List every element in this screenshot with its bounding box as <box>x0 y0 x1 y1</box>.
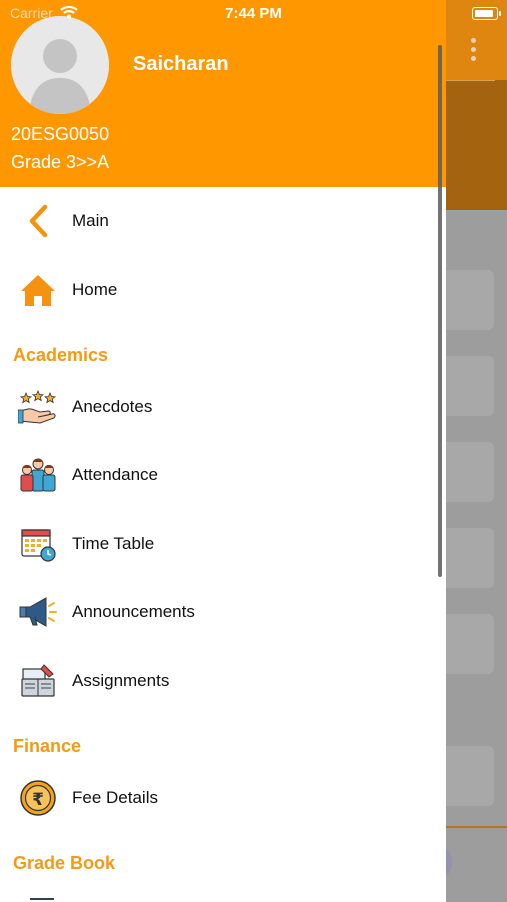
background-card <box>446 614 494 674</box>
menu-item-label: Assignments <box>72 671 170 690</box>
menu-item-home[interactable]: Home <box>0 260 446 320</box>
chevron-left-icon <box>29 204 48 238</box>
section-academics: Academics <box>13 345 109 365</box>
battery-icon <box>472 7 498 20</box>
navigation-drawer: Saicharan 20ESG0050 Grade 3>>A Main Home… <box>0 0 446 900</box>
menu-item-label: Home <box>72 280 118 299</box>
menu-item-fee-details[interactable]: ₹ Fee Details <box>0 768 446 828</box>
menu-item-grade-book-partial[interactable] <box>0 886 446 900</box>
background-card <box>446 356 494 416</box>
background-card <box>446 528 494 588</box>
background-card <box>446 442 494 502</box>
menu-item-attendance[interactable]: Attendance <box>0 445 446 505</box>
section-finance: Finance <box>13 736 82 756</box>
background-tab-bar <box>446 826 507 902</box>
anecdotes-icon <box>18 389 57 424</box>
megaphone-icon <box>19 597 57 627</box>
status-bar: Carrier 7:44 PM <box>0 0 507 28</box>
menu-item-assignments[interactable]: Assignments <box>0 651 446 711</box>
menu-item-label: Announcements <box>72 602 195 621</box>
menu-item-anecdotes[interactable]: Anecdotes <box>0 377 446 437</box>
drawer-header: Saicharan 20ESG0050 Grade 3>>A <box>0 0 446 187</box>
menu-item-time-table[interactable]: Time Table <box>0 514 446 574</box>
menu-item-announcements[interactable]: Announcements <box>0 582 446 642</box>
status-time: 7:44 PM <box>225 5 282 22</box>
menu-item-label: Fee Details <box>72 788 158 807</box>
menu-item-label: Main <box>72 211 109 230</box>
background-card <box>446 746 494 806</box>
user-name: Saicharan <box>133 53 229 75</box>
user-id: 20ESG0050 <box>11 124 110 144</box>
battery-tip <box>499 11 501 16</box>
avatar[interactable] <box>11 16 109 114</box>
home-icon <box>21 275 55 306</box>
menu-item-label: Anecdotes <box>72 397 153 416</box>
menu-item-label: Time Table <box>72 534 155 553</box>
section-grade-book: Grade Book <box>13 853 116 873</box>
user-grade: Grade 3>>A <box>11 152 110 172</box>
background-header-divider <box>446 80 495 81</box>
menu-item-main[interactable]: Main <box>0 191 446 251</box>
user-placeholder-icon <box>11 16 109 114</box>
rupee-coin-icon: ₹ <box>20 780 56 816</box>
timetable-icon <box>21 529 56 562</box>
svg-text:₹: ₹ <box>32 790 44 810</box>
assignments-icon <box>21 664 55 697</box>
background-card <box>446 270 494 330</box>
menu-item-label: Attendance <box>72 465 159 484</box>
more-options-icon[interactable] <box>466 38 480 70</box>
drawer-scrollbar[interactable] <box>438 45 442 577</box>
attendance-icon <box>20 458 56 492</box>
